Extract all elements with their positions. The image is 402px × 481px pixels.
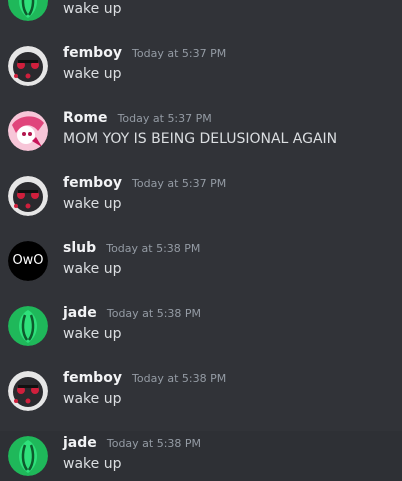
timestamp: Today at 5:37 PM	[132, 177, 227, 190]
message-header: Rome Today at 5:37 PM	[63, 108, 212, 128]
message-content: wake up	[63, 326, 122, 342]
owo-avatar[interactable]: OwO	[8, 241, 48, 281]
timestamp: Today at 5:38 PM	[132, 372, 227, 385]
dark-skull-avatar[interactable]	[8, 371, 48, 411]
username[interactable]: femboy	[63, 45, 122, 61]
timestamp: Today at 5:37 PM	[132, 47, 227, 60]
message-content: wake up	[63, 456, 122, 472]
message-header: jade Today at 5:38 PM	[63, 303, 201, 323]
message-content: wake up	[63, 391, 122, 407]
message-item[interactable]: jade Today at 5:38 PM wake up	[0, 301, 402, 366]
dark-skull-avatar[interactable]	[8, 46, 48, 86]
timestamp: Today at 5:38 PM	[106, 437, 202, 450]
message-header: femboy Today at 5:37 PM	[63, 43, 226, 63]
message-content: wake up	[63, 66, 122, 82]
message-content: wake up	[63, 1, 122, 17]
chat-message-list: wake up femboy Today at 5:37 PM wake up	[0, 0, 402, 481]
username[interactable]: jade	[63, 435, 97, 451]
username[interactable]: femboy	[63, 175, 122, 191]
green-leaf-avatar[interactable]	[8, 436, 48, 476]
green-leaf-avatar[interactable]	[8, 0, 48, 21]
pink-character-avatar[interactable]	[8, 111, 48, 151]
message-content: MOM YOY IS BEING DELUSIONAL AGAIN	[63, 131, 338, 147]
username[interactable]: femboy	[63, 370, 122, 386]
message-content: wake up	[63, 196, 122, 212]
username[interactable]: jade	[63, 305, 97, 321]
message-item[interactable]: Rome Today at 5:37 PM MOM YOY IS BEING D…	[0, 106, 402, 171]
owo-avatar-text: OwO	[12, 253, 44, 268]
message-item[interactable]: OwO slub Today at 5:38 PM wake up	[0, 236, 402, 301]
message-item[interactable]: jade Today at 5:38 PM wake up	[0, 431, 402, 481]
dark-skull-avatar[interactable]	[8, 176, 48, 216]
message-item[interactable]: femboy Today at 5:37 PM wake up	[0, 171, 402, 236]
message-item[interactable]: femboy Today at 5:38 PM wake up	[0, 366, 402, 431]
timestamp: Today at 5:38 PM	[106, 307, 202, 320]
message-item[interactable]: femboy Today at 5:37 PM wake up	[0, 41, 402, 106]
message-header: femboy Today at 5:37 PM	[63, 173, 226, 193]
message-content: wake up	[63, 261, 122, 277]
timestamp: Today at 5:37 PM	[117, 112, 212, 125]
timestamp: Today at 5:38 PM	[106, 242, 201, 255]
message-header: femboy Today at 5:38 PM	[63, 368, 226, 388]
username[interactable]: Rome	[63, 110, 107, 126]
message-header: jade Today at 5:38 PM	[63, 433, 201, 453]
green-leaf-avatar[interactable]	[8, 306, 48, 346]
message-item[interactable]: wake up	[0, 0, 402, 41]
message-header: slub Today at 5:38 PM	[63, 238, 200, 258]
username[interactable]: slub	[63, 240, 96, 256]
